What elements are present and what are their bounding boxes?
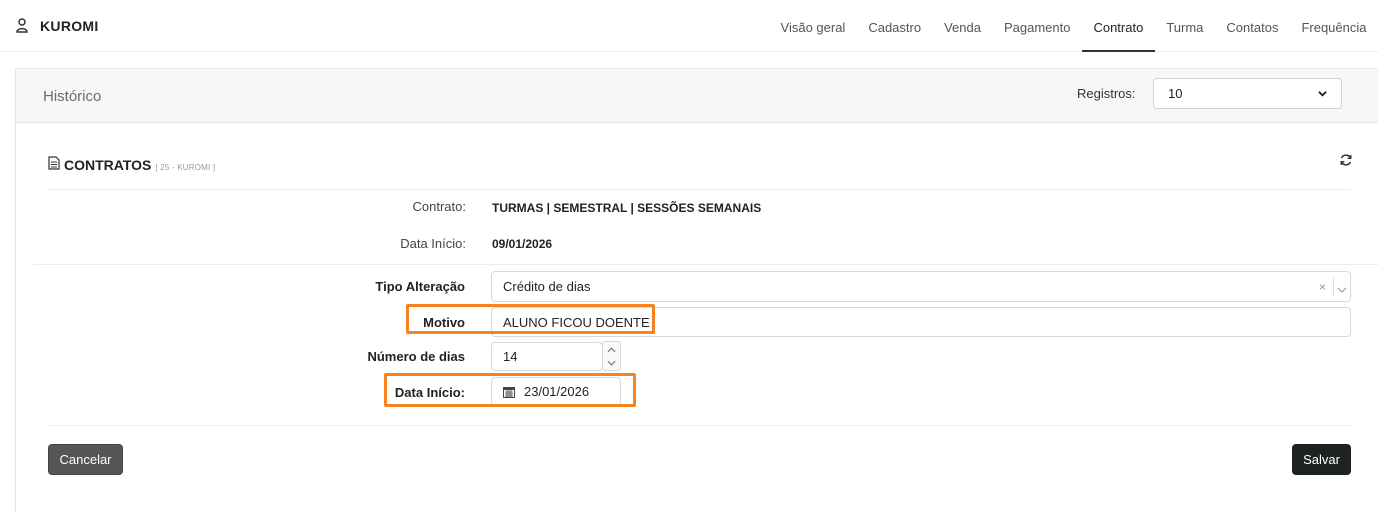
chevron-up-icon[interactable] bbox=[607, 347, 616, 353]
tab-contrato[interactable]: Contrato bbox=[1081, 0, 1155, 52]
top-bar: KUROMI Visão geral Cadastro Venda Pagame… bbox=[0, 0, 1378, 52]
chevron-down-icon bbox=[1318, 86, 1327, 101]
data-inicio-value: 09/01/2026 bbox=[492, 237, 553, 251]
data-inicio-highlight bbox=[384, 373, 636, 407]
refresh-icon[interactable] bbox=[1339, 153, 1353, 167]
divider bbox=[48, 189, 1351, 190]
chevron-down-icon bbox=[1337, 282, 1347, 297]
divider bbox=[33, 264, 1378, 265]
motivo-highlight bbox=[406, 304, 655, 334]
tab-frequencia[interactable]: Frequência bbox=[1290, 0, 1378, 52]
data-inicio-label: Data Início: bbox=[400, 236, 466, 251]
save-button[interactable]: Salvar bbox=[1292, 444, 1351, 475]
document-icon bbox=[48, 156, 60, 173]
tab-venda[interactable]: Venda bbox=[933, 0, 993, 52]
main-nav: Visão geral Cadastro Venda Pagamento Con… bbox=[769, 0, 1378, 52]
card-header: CONTRATOS [ 25 - KUROMI ] bbox=[48, 156, 215, 173]
tipo-alteracao-value: Crédito de dias bbox=[503, 279, 591, 294]
historico-title: Histórico bbox=[43, 88, 102, 105]
numero-dias-input[interactable]: 14 bbox=[491, 342, 603, 371]
cancel-button[interactable]: Cancelar bbox=[48, 444, 123, 475]
person-icon bbox=[16, 18, 30, 34]
app-name: KUROMI bbox=[40, 18, 99, 34]
brand: KUROMI bbox=[16, 18, 99, 34]
contratos-card: CONTRATOS [ 25 - KUROMI ] Contrato: TURM… bbox=[15, 123, 1378, 512]
tab-turma[interactable]: Turma bbox=[1155, 0, 1215, 52]
tab-cadastro[interactable]: Cadastro bbox=[857, 0, 933, 52]
card-subtitle: [ 25 - KUROMI ] bbox=[155, 163, 216, 172]
card-title: CONTRATOS bbox=[64, 157, 152, 173]
tab-contatos[interactable]: Contatos bbox=[1215, 0, 1290, 52]
clear-icon[interactable]: × bbox=[1319, 280, 1326, 294]
chevron-down-icon[interactable] bbox=[607, 360, 616, 366]
registros-select[interactable]: 10 bbox=[1153, 78, 1342, 109]
tipo-alteracao-select[interactable]: Crédito de dias × bbox=[491, 271, 1351, 302]
divider bbox=[48, 425, 1351, 426]
tipo-alteracao-label: Tipo Alteração bbox=[375, 279, 465, 294]
registros-label: Registros: bbox=[1077, 86, 1136, 101]
contrato-value: TURMAS | SEMESTRAL | SESSÕES SEMANAIS bbox=[492, 201, 762, 215]
tab-pagamento[interactable]: Pagamento bbox=[992, 0, 1082, 52]
numero-dias-label: Número de dias bbox=[367, 349, 465, 364]
select-separator bbox=[1333, 278, 1334, 296]
numero-dias-value: 14 bbox=[503, 349, 518, 364]
number-stepper[interactable] bbox=[602, 341, 621, 371]
historico-panel: Histórico Registros: 10 bbox=[15, 68, 1378, 123]
registros-value: 10 bbox=[1168, 86, 1183, 101]
contrato-label: Contrato: bbox=[412, 199, 466, 214]
tab-visao-geral[interactable]: Visão geral bbox=[769, 0, 857, 52]
